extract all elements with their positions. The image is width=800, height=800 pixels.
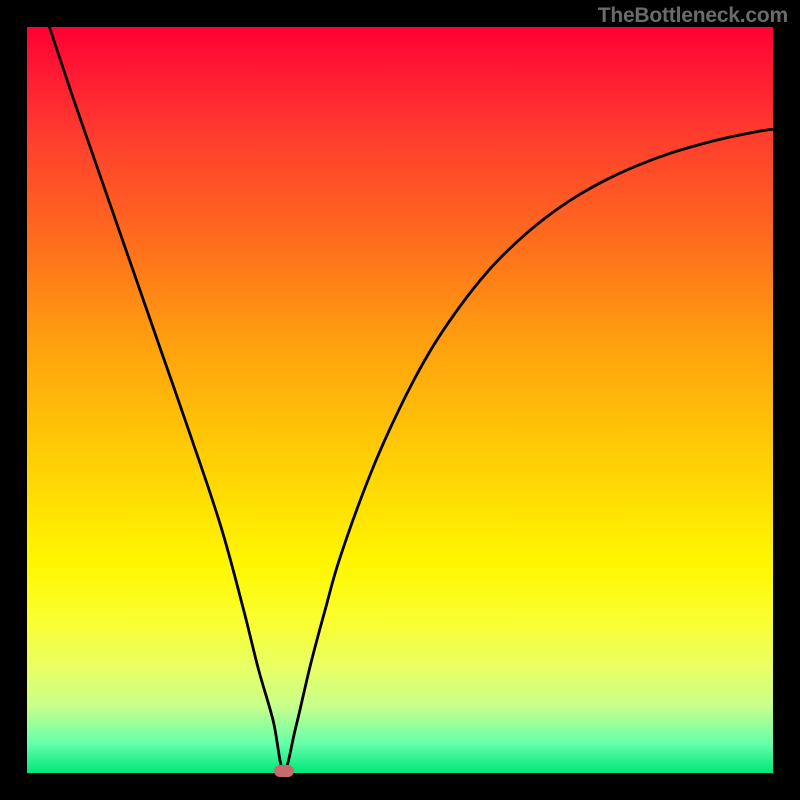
watermark-text: TheBottleneck.com [598,4,788,28]
plot-area [27,27,773,773]
curve-svg [27,27,773,773]
chart-frame: TheBottleneck.com [0,0,800,800]
curve-path [49,27,773,771]
minimum-marker [274,765,294,777]
